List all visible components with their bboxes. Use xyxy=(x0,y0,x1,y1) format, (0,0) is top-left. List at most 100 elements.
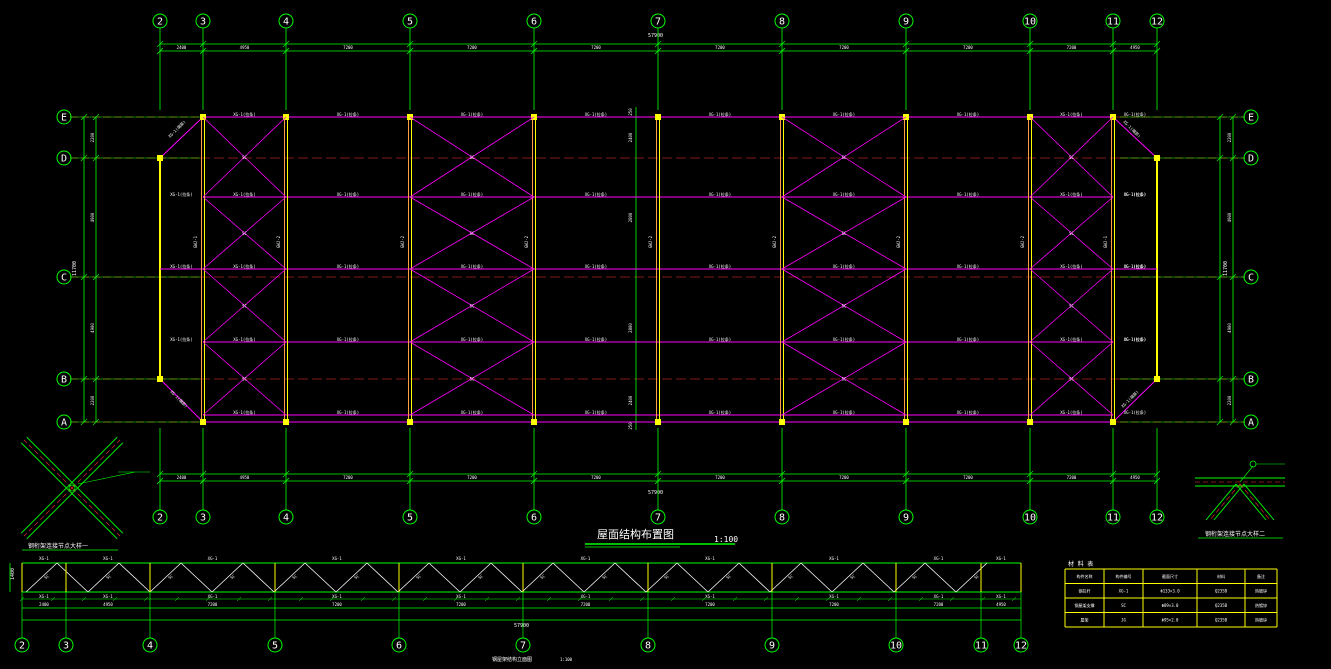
detail1-member-2-0 xyxy=(23,487,73,537)
truss-axis-bubble-3-label: 3 xyxy=(63,641,69,652)
dim-text-top-8: 7200 xyxy=(1067,45,1077,50)
truss-dim-text-7: 7200 xyxy=(829,602,839,607)
mat-table-cell-3-0: 屋架 xyxy=(1081,617,1089,623)
dim-text-bottom-8: 7200 xyxy=(1067,475,1077,480)
truss-dim-text-9: 4950 xyxy=(996,602,1006,607)
brace-label-0-1: SC xyxy=(242,231,247,236)
purlin-label-5-2: XG-1(拉条) xyxy=(709,263,731,269)
truss-top-label-9: XG-1 xyxy=(996,556,1006,561)
truss-diagonal-13 xyxy=(428,562,461,593)
truss-diagonal-23 xyxy=(738,562,771,593)
axis-bubble-top-12-label: 12 xyxy=(1151,17,1163,28)
detail1-member-2--4 xyxy=(20,484,70,534)
purlin-label-8-2: XG-1(拉条) xyxy=(1060,263,1082,269)
truss-label-6: GWJ-2 xyxy=(772,235,777,248)
detail1-member-0--4 xyxy=(26,436,76,486)
purlin-label-6-2: XG-1(拉条) xyxy=(833,263,855,269)
mat-table-cell-3-2: Φ95×2.0 xyxy=(1162,618,1179,623)
truss-axis-bubble-2-label: 2 xyxy=(19,641,25,652)
truss-diagonal-10 xyxy=(335,562,368,593)
purlin-label-5-0: XG-1(拉条) xyxy=(709,111,731,117)
column-cap-bottom-5 xyxy=(655,419,661,425)
truss-diagonal-4 xyxy=(149,562,182,593)
purlin-label-2-0: XG-1(拉条) xyxy=(337,111,359,117)
detail1-member-1-4 xyxy=(68,436,118,486)
detail1-member-0-0 xyxy=(23,439,73,489)
axis-bubble-left-C-label: C xyxy=(61,273,67,284)
purlin-label-2-4: XG-1(拉条) xyxy=(337,409,359,415)
detail1-member-0-4 xyxy=(20,442,70,492)
brace-label-1-2: SC xyxy=(470,304,475,309)
column-cap-bottom-7 xyxy=(903,419,909,425)
mat-table-cell-1-0: 钢拉杆 xyxy=(1079,588,1091,594)
axis-bubble-bottom-8-label: 8 xyxy=(779,513,785,524)
purlin-label-1-4: XG-1(拉条) xyxy=(233,409,255,415)
truss-dim-text-6: 7200 xyxy=(705,602,715,607)
mat-table-cell-1-3: Q235B xyxy=(1215,589,1228,594)
brace-label-3-2: SC xyxy=(1069,304,1074,309)
material-table-caption: 材 料 表 xyxy=(1068,560,1093,568)
truss-diagonal-26 xyxy=(831,562,864,593)
brace-label-2-3: SC xyxy=(842,377,847,382)
axis-bubble-top-4-label: 4 xyxy=(283,17,289,28)
axis-bubble-bottom-7-label: 7 xyxy=(655,513,661,524)
center-dim-text-1: 2400 xyxy=(628,132,633,142)
truss-top-label-5: XG-1 xyxy=(581,556,591,561)
truss-bottom-label-0: XG-1 xyxy=(39,594,49,599)
detail2-diag-0-0 xyxy=(1209,483,1241,521)
mat-table-cell-0-4: 备注 xyxy=(1257,573,1265,579)
cad-drawing-canvas: 屋面结构布置图 1:100 钢屋架结构立面图 1:100 钢桁架连接节点大样一 … xyxy=(0,0,1331,665)
axis-bubble-top-10-label: 10 xyxy=(1024,17,1036,28)
dim-text-bottom-2: 7200 xyxy=(343,475,353,480)
side-total-right: 11700 xyxy=(1223,261,1229,276)
purlin-label-1-0: XG-1(拉条) xyxy=(233,111,255,117)
truss-dim-text-8: 7200 xyxy=(934,602,944,607)
truss-height-dim: 1400 xyxy=(10,568,16,580)
mat-table-cell-2-3: Q235B xyxy=(1215,603,1228,608)
side-dim-text-right-3: 2200 xyxy=(1227,395,1232,405)
truss-axis-bubble-11-label: 11 xyxy=(975,641,987,652)
truss-dim-text-3: 7200 xyxy=(332,602,342,607)
purlin-label-2-1: XG-1(拉条) xyxy=(337,191,359,197)
detail2-diag-0-4 xyxy=(1213,483,1245,521)
dim-text-top-4: 7200 xyxy=(591,45,601,50)
axis-bubble-right-B-label: B xyxy=(1248,375,1254,386)
purlin-label-7-2: XG-1(拉条) xyxy=(957,263,979,269)
side-dim-text-left-3: 2200 xyxy=(90,395,95,405)
truss-bottom-label-9: XG-1 xyxy=(996,594,1006,599)
truss-diagonal-9 xyxy=(304,562,337,593)
truss-label-5: GWJ-2 xyxy=(648,235,653,248)
purlin-label-1-3: XG-1(拉条) xyxy=(233,336,255,342)
dim-text-bottom-1: 4950 xyxy=(240,475,250,480)
purlin-label-3-2: XG-1(拉条) xyxy=(461,263,483,269)
truss-diagonal-3 xyxy=(118,562,151,593)
axis-bubble-left-A-label: A xyxy=(61,418,67,429)
column-cap-bottom-4 xyxy=(531,419,537,425)
truss-dim-text-4: 7200 xyxy=(456,602,466,607)
truss-diagonal-24 xyxy=(769,562,802,593)
truss-bottom-label-8: XG-1 xyxy=(934,594,944,599)
mat-table-cell-3-3: Q235B xyxy=(1215,618,1228,623)
truss-axis-bubble-7-label: 7 xyxy=(520,641,526,652)
purlin-label-6-1: XG-1(拉条) xyxy=(833,191,855,197)
side-dim-text-right-2: 4900 xyxy=(1227,323,1232,333)
detail2-label: 钢桁架连接节点大样二 xyxy=(1205,530,1265,538)
truss-dim-text-2: 7200 xyxy=(208,602,218,607)
truss-diag-label-24: SC xyxy=(787,573,794,580)
brace-label-0-2: SC xyxy=(242,304,247,309)
brace-label-0-0: SC xyxy=(242,155,247,160)
dim-text-top-7: 7200 xyxy=(963,45,973,50)
purlin-label-3-3: XG-1(拉条) xyxy=(461,336,483,342)
truss-diag-label-12: SC xyxy=(415,573,422,580)
axis-bubble-bottom-3-label: 3 xyxy=(200,513,206,524)
dim-text-bottom-3: 7200 xyxy=(467,475,477,480)
axis-bubble-bottom-12-label: 12 xyxy=(1151,513,1163,524)
purlin-label-8-0: XG-1(拉条) xyxy=(1060,111,1082,117)
detail2-diag-1-0 xyxy=(1239,483,1271,521)
truss-diagonal-15 xyxy=(490,562,523,593)
detail1-member-3-4 xyxy=(74,484,124,534)
dim-text-top-3: 7200 xyxy=(467,45,477,50)
chamfer-label-bottom-0: XG-1(端部) xyxy=(169,389,189,409)
truss-diag-label-6: SC xyxy=(229,573,236,580)
purlin-label-1-2: XG-1(拉条) xyxy=(233,263,255,269)
